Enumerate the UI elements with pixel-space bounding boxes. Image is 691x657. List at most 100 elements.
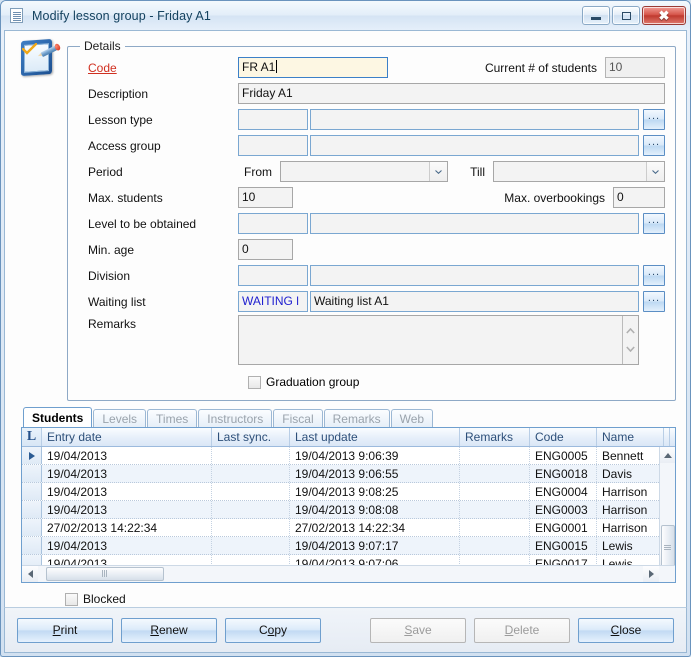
tab-fiscal[interactable]: Fiscal [273, 409, 322, 427]
cell-code: ENG0004 [530, 483, 597, 500]
tab-label: Web [400, 411, 424, 427]
blocked-checkbox[interactable] [65, 593, 78, 606]
level-code-input[interactable] [238, 213, 308, 234]
chevron-up-icon [626, 328, 635, 334]
column-header-last-update[interactable]: Last update [290, 428, 460, 446]
scroll-right-button[interactable] [643, 566, 659, 582]
table-row[interactable]: 19/04/2013 19/04/2013 9:08:08 ENG0003 Ha… [22, 501, 675, 519]
horizontal-scroll-thumb[interactable] [46, 567, 164, 581]
lesson-type-browse-button[interactable]: ... [643, 109, 665, 130]
division-code-input[interactable] [238, 265, 308, 286]
column-header-name[interactable]: Name [597, 428, 664, 446]
division-name-input[interactable] [310, 265, 639, 286]
cell-last-update: 27/02/2013 14:22:34 [290, 519, 460, 536]
row-selector[interactable] [22, 501, 42, 518]
code-input[interactable]: FR A1 [238, 57, 388, 78]
remarks-scroll-spinner[interactable] [622, 316, 638, 364]
graduation-group-row[interactable]: Graduation group [78, 372, 665, 392]
maximize-icon [622, 12, 631, 20]
access-group-name-input[interactable] [310, 135, 639, 156]
row-selector[interactable] [22, 483, 42, 500]
save-button[interactable]: Save [370, 618, 466, 643]
scroll-left-button[interactable] [22, 566, 38, 582]
horizontal-scroll-track[interactable] [38, 566, 643, 583]
details-groupbox: Details Code FR A1 Current # of students… [67, 39, 676, 401]
copy-button[interactable]: Copy [225, 618, 321, 643]
cell-last-sync [212, 537, 290, 554]
description-input[interactable]: Friday A1 [238, 83, 665, 104]
title-bar[interactable]: Modify lesson group - Friday A1 ✖ [1, 1, 690, 30]
level-name-input[interactable] [310, 213, 639, 234]
access-group-browse-button[interactable]: ... [643, 135, 665, 156]
max-students-input[interactable]: 10 [238, 187, 293, 208]
scroll-up-button[interactable] [660, 447, 676, 463]
cell-remarks [460, 537, 530, 554]
tab-label: Students [32, 410, 83, 426]
print-button[interactable]: Print [17, 618, 113, 643]
minimize-button[interactable] [582, 6, 610, 25]
table-row[interactable]: 19/04/2013 19/04/2013 9:08:25 ENG0004 Ha… [22, 483, 675, 501]
tab-bar: Students Levels Times Instructors Fiscal… [21, 407, 676, 427]
delete-button-label: Delete [505, 623, 540, 637]
tab-remarks[interactable]: Remarks [324, 409, 390, 427]
column-header-entry-date[interactable]: Entry date [42, 428, 212, 446]
tab-web[interactable]: Web [391, 409, 433, 427]
table-row[interactable]: 19/04/2013 19/04/2013 9:06:39 ENG0005 Be… [22, 447, 675, 465]
grid-horizontal-scrollbar[interactable] [22, 565, 675, 582]
lesson-type-code-input[interactable] [238, 109, 308, 130]
cell-remarks [460, 465, 530, 482]
maximize-button[interactable] [612, 6, 640, 25]
cell-name: Bennett [597, 447, 664, 464]
tab-students[interactable]: Students [23, 407, 92, 427]
row-min-age: Min. age 0 [78, 237, 665, 262]
table-row[interactable]: 19/04/2013 19/04/2013 9:06:55 ENG0018 Da… [22, 465, 675, 483]
period-from-select[interactable] [280, 161, 448, 182]
tab-instructors[interactable]: Instructors [198, 409, 272, 427]
tab-section: Students Levels Times Instructors Fiscal… [21, 407, 676, 427]
row-selector[interactable] [22, 537, 42, 554]
cell-last-sync [212, 465, 290, 482]
lesson-type-name-input[interactable] [310, 109, 639, 130]
grid-vertical-scrollbar[interactable] [659, 447, 675, 565]
row-selector[interactable] [22, 519, 42, 536]
dialog-window: Modify lesson group - Friday A1 ✖ [0, 0, 691, 657]
tab-levels[interactable]: Levels [93, 409, 146, 427]
graduation-group-label: Graduation group [266, 375, 359, 389]
graduation-group-checkbox[interactable] [248, 376, 261, 389]
close-dialog-button[interactable]: Close [578, 618, 674, 643]
division-browse-button[interactable]: ... [643, 265, 665, 286]
grid-index-header[interactable]: L [22, 428, 42, 446]
vertical-scroll-thumb[interactable] [661, 525, 675, 569]
level-browse-button[interactable]: ... [643, 213, 665, 234]
column-header-remarks[interactable]: Remarks [460, 428, 530, 446]
close-button[interactable]: ✖ [642, 6, 686, 25]
vertical-scroll-track[interactable] [660, 463, 676, 549]
cell-name: Harrison [597, 519, 664, 536]
waiting-list-browse-button[interactable]: ... [643, 291, 665, 312]
cell-code: ENG0001 [530, 519, 597, 536]
cell-last-sync [212, 483, 290, 500]
renew-button[interactable]: Renew [121, 618, 217, 643]
row-selector[interactable] [22, 447, 42, 464]
remarks-textarea[interactable] [238, 315, 639, 365]
row-selector[interactable] [22, 465, 42, 482]
table-row[interactable]: 19/04/2013 19/04/2013 9:07:17 ENG0015 Le… [22, 537, 675, 555]
period-till-select[interactable] [493, 161, 665, 182]
column-header-code[interactable]: Code [530, 428, 597, 446]
delete-button[interactable]: Delete [474, 618, 570, 643]
waiting-list-name-input[interactable]: Waiting list A1 [310, 291, 639, 312]
copy-button-label: Copy [259, 623, 287, 637]
min-age-input[interactable]: 0 [238, 239, 293, 260]
column-header-last-sync[interactable]: Last sync. [212, 428, 290, 446]
max-overbookings-input[interactable]: 0 [613, 187, 665, 208]
chevron-down-icon [626, 346, 635, 352]
cell-code: ENG0005 [530, 447, 597, 464]
cell-last-update: 19/04/2013 9:08:25 [290, 483, 460, 500]
tab-times[interactable]: Times [147, 409, 197, 427]
blocked-row[interactable]: Blocked [65, 591, 686, 607]
description-label: Description [78, 87, 238, 101]
waiting-list-code-input[interactable]: WAITING l [238, 291, 308, 312]
students-grid[interactable]: L Entry date Last sync. Last update Rema… [21, 427, 676, 583]
access-group-code-input[interactable] [238, 135, 308, 156]
table-row[interactable]: 27/02/2013 14:22:34 27/02/2013 14:22:34 … [22, 519, 675, 537]
